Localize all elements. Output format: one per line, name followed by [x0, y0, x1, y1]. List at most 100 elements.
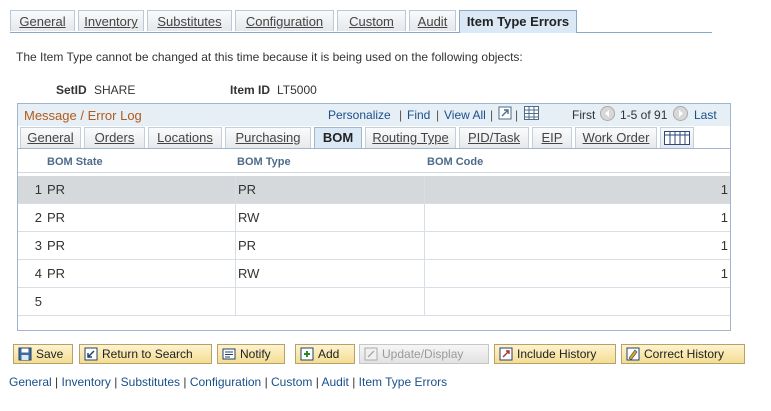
bottom-link-inventory[interactable]: Inventory: [62, 375, 111, 389]
tab-inventory[interactable]: Inventory: [78, 10, 144, 31]
return-to-search-button[interactable]: Return to Search: [79, 344, 212, 364]
setid-value: SHARE: [94, 83, 136, 97]
bom-code-cell: 1: [720, 238, 728, 253]
tab-general[interactable]: General: [10, 10, 75, 31]
column-divider: [235, 204, 236, 231]
zoom-icon[interactable]: [498, 106, 512, 123]
bottom-link-item-type-errors[interactable]: Item Type Errors: [359, 375, 447, 389]
correct-history-button[interactable]: Correct History: [621, 344, 745, 364]
bottom-link-audit[interactable]: Audit: [322, 375, 349, 389]
last-link[interactable]: Last: [694, 108, 717, 122]
download-icon[interactable]: [524, 106, 539, 123]
grid-tab-eip[interactable]: EIP: [532, 127, 572, 148]
grid-tab-work-order[interactable]: Work Order: [575, 127, 657, 148]
button-label: Include History: [517, 347, 597, 361]
column-header-bom-type: BOM Type: [237, 156, 291, 168]
tab-custom[interactable]: Custom: [337, 10, 406, 31]
table-row[interactable]: 4 PR RW 1: [18, 260, 730, 288]
button-label: Return to Search: [102, 347, 193, 361]
notify-icon: [222, 347, 236, 361]
tab-label: Routing Type: [372, 130, 449, 145]
view-all-link[interactable]: View All: [444, 108, 486, 122]
separator: |: [399, 108, 403, 122]
grid-tab-orders[interactable]: Orders: [84, 127, 145, 148]
previous-icon[interactable]: [600, 106, 615, 124]
grid-title: Message / Error Log: [24, 108, 142, 123]
setid-label: SetID: [56, 83, 87, 97]
table-row[interactable]: 2 PR RW 1: [18, 204, 730, 232]
tab-label: BOM: [322, 130, 354, 145]
tab-label: Substitutes: [157, 14, 222, 29]
separator: |: [436, 108, 440, 122]
tab-label: Work Order: [582, 130, 650, 145]
grid-tab-locations[interactable]: Locations: [148, 127, 222, 148]
bottom-link-custom[interactable]: Custom: [271, 375, 312, 389]
grid-tab-pid-task[interactable]: PID/Task: [459, 127, 529, 148]
bom-code-cell: 1: [720, 266, 728, 281]
column-divider: [424, 204, 425, 231]
tab-label: Inventory: [84, 14, 138, 29]
bom-state-cell: PR: [47, 182, 66, 197]
bottom-link-configuration[interactable]: Configuration: [190, 375, 261, 389]
button-label: Save: [36, 347, 64, 361]
bom-type-cell: RW: [238, 266, 260, 281]
separator: |: [490, 108, 494, 122]
info-message: The Item Type cannot be changed at this …: [16, 50, 523, 64]
update-display-button[interactable]: Update/Display: [359, 344, 489, 364]
table-row[interactable]: 1 PR PR 1: [18, 176, 730, 204]
row-range: 1-5 of 91: [620, 108, 668, 122]
tab-substitutes[interactable]: Substitutes: [147, 10, 232, 31]
tab-configuration[interactable]: Configuration: [235, 10, 334, 31]
bom-type-cell: PR: [238, 238, 257, 253]
bom-state-cell: PR: [47, 210, 66, 225]
grid-tab-general[interactable]: General: [20, 127, 81, 148]
bom-state-cell: PR: [47, 266, 66, 281]
tab-label: General: [27, 130, 74, 145]
bom-code-cell: 1: [720, 182, 728, 197]
table-row[interactable]: 5: [18, 288, 730, 316]
add-button[interactable]: Add: [295, 344, 355, 364]
show-all-columns-icon[interactable]: [660, 127, 694, 148]
tab-label: Orders: [94, 130, 135, 145]
tab-label: PID/Task: [467, 130, 520, 145]
save-icon: [18, 347, 32, 361]
include-history-icon: [499, 347, 513, 361]
tab-label: Purchasing: [235, 130, 301, 145]
button-label: Update/Display: [382, 347, 464, 361]
tab-item-type-errors[interactable]: Item Type Errors: [459, 10, 577, 33]
bottom-page-links: General | Inventory | Substitutes | Conf…: [9, 375, 447, 389]
table-row[interactable]: 3 PR PR 1: [18, 232, 730, 260]
tab-label: Audit: [417, 14, 448, 29]
bom-code-cell: 1: [720, 210, 728, 225]
personalize-link[interactable]: Personalize: [328, 108, 391, 122]
find-link[interactable]: Find: [407, 108, 430, 122]
row-number: 3: [34, 238, 42, 253]
notify-button[interactable]: Notify: [217, 344, 285, 364]
column-header-bom-state: BOM State: [47, 156, 103, 168]
tab-label: Configuration: [245, 14, 324, 29]
update-display-icon: [364, 347, 378, 361]
column-divider: [424, 232, 425, 259]
column-divider: [424, 288, 425, 315]
bom-type-cell: RW: [238, 210, 260, 225]
button-label: Add: [318, 347, 340, 361]
tab-label: EIP: [541, 130, 563, 145]
correct-history-icon: [626, 347, 640, 361]
bottom-link-general[interactable]: General: [9, 375, 52, 389]
message-error-log-grid: Message / Error Log Personalize | Find |…: [17, 103, 731, 331]
button-label: Correct History: [644, 347, 725, 361]
include-history-button[interactable]: Include History: [494, 344, 616, 364]
next-icon[interactable]: [673, 106, 688, 124]
grid-tab-bom[interactable]: BOM: [314, 127, 362, 148]
row-number: 1: [34, 182, 42, 197]
column-divider: [235, 232, 236, 259]
save-button[interactable]: Save: [13, 344, 73, 364]
tab-audit[interactable]: Audit: [409, 10, 456, 31]
grid-tab-purchasing[interactable]: Purchasing: [225, 127, 311, 148]
column-divider: [424, 176, 425, 203]
return-icon: [84, 347, 98, 361]
add-icon: [300, 347, 314, 361]
bottom-link-substitutes[interactable]: Substitutes: [121, 375, 180, 389]
bom-type-cell: PR: [238, 182, 257, 197]
grid-tab-routing-type[interactable]: Routing Type: [365, 127, 456, 148]
